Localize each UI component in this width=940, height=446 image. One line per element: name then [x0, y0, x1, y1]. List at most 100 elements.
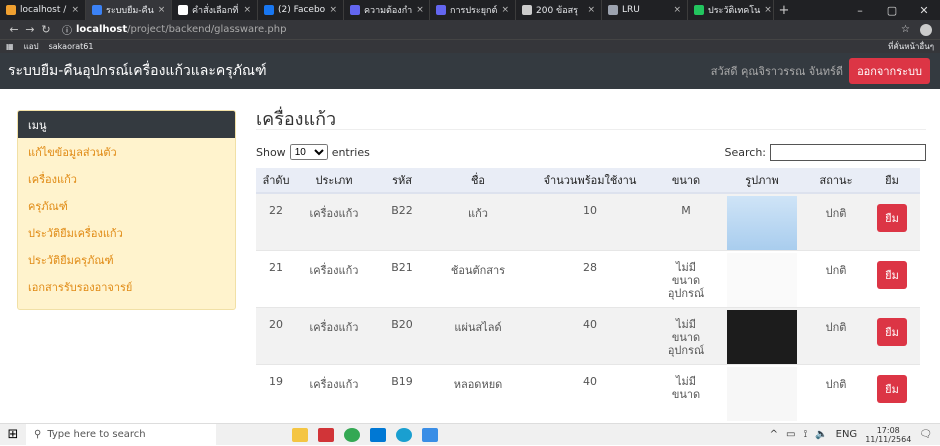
- app-brand[interactable]: ระบบยืม-คืนอุปกรณ์เครื่องแก้วและครุภัณฑ์: [8, 60, 267, 82]
- tab-favicon-icon: [350, 5, 360, 15]
- network-icon: ⟟: [803, 429, 808, 440]
- maximize-icon[interactable]: ▢: [876, 4, 908, 17]
- close-window-icon[interactable]: ✕: [908, 4, 940, 17]
- reload-icon[interactable]: ↻: [38, 23, 54, 36]
- vscode-icon[interactable]: [370, 427, 386, 442]
- browser-tab[interactable]: ความต้องกำ ×: [344, 0, 430, 20]
- browser-tab[interactable]: ระบบยืม-คืน ×: [86, 0, 172, 20]
- minimize-icon[interactable]: –: [844, 4, 876, 17]
- tab-favicon-icon: [436, 5, 446, 15]
- logout-button[interactable]: ออกจากระบบ: [849, 58, 930, 84]
- search-input[interactable]: [770, 143, 926, 161]
- borrow-button[interactable]: ยืม: [877, 204, 907, 232]
- column-header[interactable]: ประเภท: [296, 168, 372, 194]
- info-icon[interactable]: ⓘ: [62, 22, 72, 37]
- file-explorer-icon[interactable]: [292, 427, 308, 442]
- tab-close-icon[interactable]: ×: [71, 5, 79, 15]
- borrow-button[interactable]: ยืม: [877, 375, 907, 403]
- column-header[interactable]: ลำดับ: [256, 168, 296, 194]
- table-row: 19 เครื่องแก้ว B19 หลอดหยด 40 ไม่มีขนาด ปกติ ยื…: [256, 364, 920, 422]
- url-path: /project/backend/glassware.php: [127, 24, 287, 35]
- column-header[interactable]: รหัส: [372, 168, 432, 194]
- volume-icon[interactable]: 🔈: [815, 429, 827, 440]
- browser-tab[interactable]: 200 ข้อสรุ ×: [516, 0, 602, 20]
- cell-action: ยืม: [864, 307, 920, 365]
- user-greeting: สวัสดี คุณจิราวรรณ จันทร์ดี: [710, 65, 844, 78]
- bookmark-apps[interactable]: แอป: [24, 40, 39, 53]
- slide-image[interactable]: [727, 310, 797, 364]
- taskbar-search[interactable]: ⚲ Type here to search: [26, 423, 216, 446]
- tab-close-icon[interactable]: ×: [329, 5, 337, 15]
- cell-type: เครื่องแก้ว: [296, 364, 372, 422]
- browser-tab[interactable]: (2) Facebo ×: [258, 0, 344, 20]
- tray-chevron-icon[interactable]: ^: [770, 429, 778, 440]
- url-field[interactable]: ⓘ localhost/project/backend/glassware.ph…: [62, 22, 286, 37]
- tab-close-icon[interactable]: ×: [501, 5, 509, 15]
- tab-title: คำสั่งเลือกที่: [192, 6, 239, 16]
- browser-tab[interactable]: การประยุกต์ ×: [430, 0, 516, 20]
- language-indicator[interactable]: ENG: [836, 429, 858, 440]
- bookmark-other[interactable]: ที่คั่นหน้าอื่นๆ: [888, 40, 940, 53]
- cell-name: แก้ว: [432, 192, 524, 251]
- show-label: Show: [256, 145, 286, 159]
- cell-code: B22: [372, 192, 432, 251]
- browser-tab[interactable]: LRU ×: [602, 0, 688, 20]
- sidebar-item[interactable]: เครื่องแก้ว: [18, 165, 235, 192]
- url-host: localhost: [76, 24, 128, 35]
- sidebar-item[interactable]: เอกสารรับรองอาจารย์: [18, 273, 235, 300]
- entries-select[interactable]: 10: [289, 144, 328, 160]
- spatula-image[interactable]: [727, 253, 797, 307]
- clock[interactable]: 17:08 11/11/2564: [865, 426, 911, 444]
- profile-avatar[interactable]: [920, 23, 932, 36]
- table-row: 20 เครื่องแก้ว B20 แผ่นสไลด์ 40 ไม่มีขนาดอุปก…: [256, 307, 920, 365]
- mail-icon[interactable]: [318, 427, 334, 442]
- tab-close-icon[interactable]: ×: [416, 5, 424, 15]
- edge-icon[interactable]: [396, 427, 412, 442]
- column-header[interactable]: จำนวนพร้อมใช้งาน: [524, 168, 656, 194]
- column-header[interactable]: ยืม: [864, 168, 920, 194]
- search-area: Search:: [725, 143, 926, 161]
- cell-no: 22: [256, 192, 296, 251]
- glassware-table: ลำดับ ประเภท รหัส ชื่อ จำนวนพร้อมใช้งาน ขนาดร…: [256, 168, 920, 422]
- forward-icon[interactable]: →: [22, 23, 38, 36]
- flask-image[interactable]: [727, 196, 797, 250]
- sidebar-item[interactable]: ครุภัณฑ์: [18, 192, 235, 219]
- column-header[interactable]: ขนาด: [656, 168, 716, 194]
- column-header[interactable]: ชื่อ: [432, 168, 524, 194]
- browser-tab[interactable]: คำสั่งเลือกที่ ×: [172, 0, 258, 20]
- bookmark-profile[interactable]: sakaorat61: [49, 42, 94, 51]
- tab-close-icon[interactable]: ×: [158, 5, 166, 15]
- borrow-button[interactable]: ยืม: [877, 318, 907, 346]
- new-tab-button[interactable]: +: [774, 3, 794, 18]
- chrome-icon[interactable]: [344, 427, 360, 442]
- sidebar-item[interactable]: แก้ไขข้อมูลส่วนตัว: [18, 138, 235, 165]
- browser-tab[interactable]: localhost / ×: [0, 0, 86, 20]
- tab-title: ประวัติเทคโน: [708, 6, 761, 16]
- cell-type: เครื่องแก้ว: [296, 250, 372, 308]
- tab-close-icon[interactable]: ×: [673, 5, 681, 15]
- dropper-image[interactable]: [727, 367, 797, 421]
- borrow-button[interactable]: ยืม: [877, 261, 907, 289]
- windows-start-icon[interactable]: ⊞: [0, 427, 26, 442]
- sidebar-item[interactable]: ประวัติยืมครุภัณฑ์: [18, 246, 235, 273]
- tab-title: LRU: [622, 5, 640, 15]
- tab-title: ความต้องกำ: [364, 6, 413, 16]
- bookmark-star-icon[interactable]: ☆: [901, 24, 910, 36]
- column-header[interactable]: รูปภาพ: [716, 168, 808, 194]
- back-icon[interactable]: ←: [6, 23, 22, 36]
- sidebar-item[interactable]: ประวัติยืมเครื่องแก้ว: [18, 219, 235, 246]
- tab-close-icon[interactable]: ×: [764, 5, 772, 15]
- tab-close-icon[interactable]: ×: [587, 5, 595, 15]
- apps-icon[interactable]: ▦: [6, 42, 14, 51]
- cell-code: B19: [372, 364, 432, 422]
- cell-qty: 28: [524, 250, 656, 308]
- notifications-icon[interactable]: 🗨: [919, 429, 932, 440]
- cell-type: เครื่องแก้ว: [296, 307, 372, 365]
- tab-favicon-icon: [608, 5, 618, 15]
- column-header[interactable]: สถานะ: [808, 168, 864, 194]
- photos-icon[interactable]: [422, 427, 438, 442]
- tab-close-icon[interactable]: ×: [243, 5, 251, 15]
- tab-title: localhost /: [20, 5, 67, 15]
- browser-tab[interactable]: ประวัติเทคโน ×: [688, 0, 774, 20]
- tab-favicon-icon: [522, 5, 532, 15]
